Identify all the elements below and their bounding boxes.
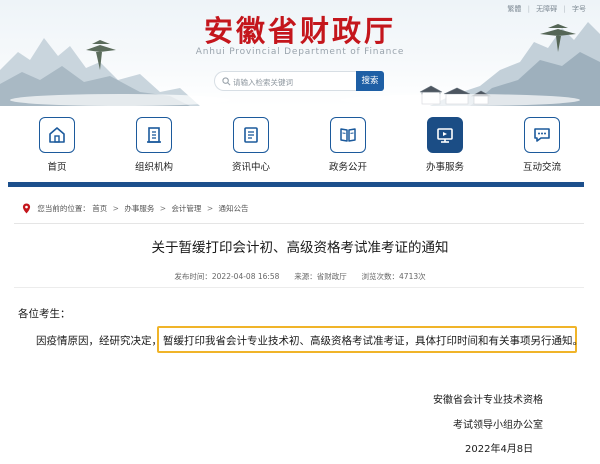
divider: | bbox=[527, 5, 530, 13]
view-count: 浏览次数：4713次 bbox=[361, 272, 426, 281]
building-icon bbox=[147, 127, 161, 143]
article-paragraph-start: 因疫情原因，经研究决定， bbox=[36, 335, 162, 347]
nav-divider bbox=[8, 182, 584, 187]
nav-icon-box-active bbox=[427, 117, 463, 153]
breadcrumb-separator: > bbox=[112, 204, 119, 213]
breadcrumb-item-notices[interactable]: 通知公告 bbox=[219, 204, 249, 213]
nav-icon-box bbox=[39, 117, 75, 153]
search-icon bbox=[222, 77, 231, 86]
home-icon bbox=[49, 127, 65, 143]
nav-item-home[interactable]: 首页 bbox=[27, 117, 87, 175]
monitor-icon bbox=[437, 128, 453, 143]
article-title: 关于暂缓打印会计初、高级资格考试准考证的通知 bbox=[151, 240, 449, 256]
breadcrumb-item-home[interactable]: 首页 bbox=[92, 204, 107, 213]
signature-org-line2: 考试领导小组办公室 bbox=[453, 420, 543, 431]
nav-icon-box bbox=[524, 117, 560, 153]
nav-label: 资讯中心 bbox=[231, 162, 270, 173]
nav-label: 首页 bbox=[47, 162, 67, 173]
article-source: 来源：省财政厅 bbox=[294, 272, 347, 281]
nav-label: 办事服务 bbox=[425, 162, 464, 173]
font-size-link[interactable]: 字号 bbox=[572, 5, 586, 13]
nav-icon-box bbox=[136, 117, 172, 153]
breadcrumb-prefix: 您当前的位置： bbox=[37, 204, 90, 213]
site-subtitle: Anhui Provincial Department of Finance bbox=[195, 47, 405, 57]
breadcrumb: 您当前的位置： 首页 > 办事服务 > 会计管理 > 通知公告 bbox=[22, 203, 582, 214]
document-icon bbox=[244, 127, 258, 143]
book-icon bbox=[340, 128, 356, 142]
divider: | bbox=[563, 5, 566, 13]
top-links: 繁體 | 无障碍 | 字号 bbox=[503, 4, 586, 14]
article-greeting: 各位考生： bbox=[18, 308, 71, 320]
nav-label: 互动交流 bbox=[522, 162, 561, 173]
publish-time: 发布时间：2022-04-08 16:58 bbox=[174, 272, 280, 281]
signature-date: 2022年4月8日 bbox=[465, 444, 534, 455]
nav-item-public-affairs[interactable]: 政务公开 bbox=[318, 117, 378, 175]
nav-icon-box bbox=[233, 117, 269, 153]
location-pin-icon bbox=[22, 203, 31, 214]
chat-icon bbox=[534, 128, 550, 142]
nav-item-news[interactable]: 资讯中心 bbox=[221, 117, 281, 175]
nav-icon-box bbox=[330, 117, 366, 153]
nav-item-interaction[interactable]: 互动交流 bbox=[512, 117, 572, 175]
breadcrumb-item-accounting[interactable]: 会计管理 bbox=[171, 204, 201, 213]
breadcrumb-divider bbox=[14, 223, 584, 224]
nav-item-services[interactable]: 办事服务 bbox=[415, 117, 475, 175]
nav-item-organization[interactable]: 组织机构 bbox=[124, 117, 184, 175]
nav-label: 政务公开 bbox=[328, 162, 367, 173]
site-banner: 安徽省财政厅 Anhui Provincial Department of Fi… bbox=[0, 0, 600, 106]
meta-divider bbox=[14, 287, 584, 288]
nav-label: 组织机构 bbox=[134, 162, 173, 173]
accessibility-link[interactable]: 无障碍 bbox=[536, 5, 557, 13]
highlighted-text: 暂缓打印我省会计专业技术初、高级资格考试准考证，具体打印时间和有关事项另行通知。 bbox=[163, 335, 583, 347]
signature-org-line1: 安徽省会计专业技术资格 bbox=[433, 395, 543, 406]
search-button[interactable]: 搜索 bbox=[356, 71, 384, 91]
breadcrumb-separator: > bbox=[159, 204, 167, 213]
traditional-chinese-link[interactable]: 繁體 bbox=[507, 5, 521, 13]
site-title: 安徽省财政厅 bbox=[203, 14, 396, 48]
breadcrumb-item-services[interactable]: 办事服务 bbox=[124, 204, 154, 213]
article-meta: 发布时间：2022-04-08 16:58 来源：省财政厅 浏览次数：4713次 bbox=[0, 271, 600, 282]
search-input[interactable]: 请输入检索关键词 bbox=[214, 71, 356, 91]
breadcrumb-separator: > bbox=[206, 204, 214, 213]
